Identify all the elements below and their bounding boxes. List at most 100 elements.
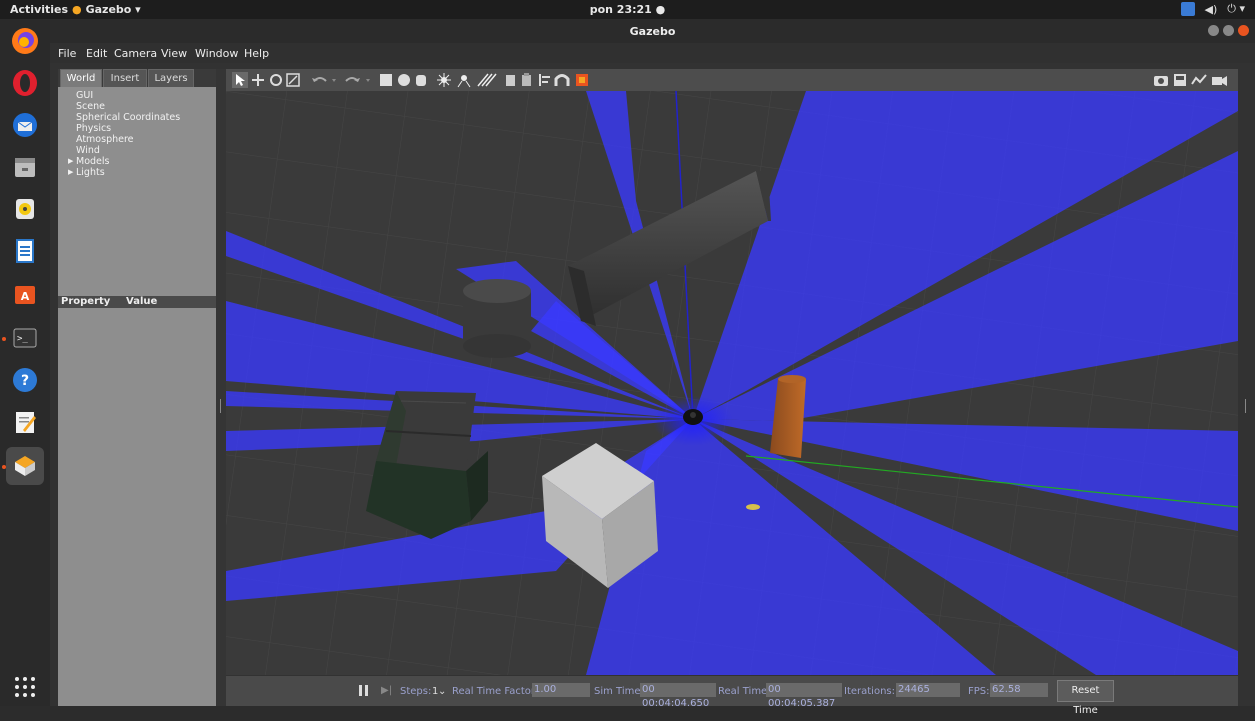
fps-field: 62.58: [990, 683, 1048, 697]
update-icon[interactable]: [1180, 2, 1195, 16]
redo-history-icon[interactable]: [366, 79, 370, 82]
rtf-field: 1.00: [532, 683, 590, 697]
cylinder-model[interactable]: [463, 279, 531, 358]
menu-view[interactable]: View: [161, 47, 187, 60]
property-table: [58, 308, 216, 706]
box-shape-icon[interactable]: [380, 74, 392, 86]
screenshot-icon[interactable]: [1154, 76, 1168, 86]
panel-tabs: World Insert Layers: [58, 69, 216, 87]
tree-item-models[interactable]: ▶ Models: [68, 156, 110, 167]
volume-icon[interactable]: ◀): [1205, 3, 1218, 16]
tree-item-gui[interactable]: GUI: [76, 90, 93, 101]
undo-history-icon[interactable]: [332, 79, 336, 82]
right-splitter[interactable]: [1238, 69, 1255, 706]
gazebo-icon[interactable]: [6, 447, 44, 485]
menu-help[interactable]: Help: [244, 47, 269, 60]
window-title: Gazebo: [629, 25, 676, 38]
world-tree: GUI Scene Spherical Coordinates Physics …: [58, 87, 216, 297]
change-view-angle-icon[interactable]: [576, 74, 588, 86]
power-menu-icon[interactable]: ⏻ ▾: [1227, 2, 1245, 16]
steps-label: Steps:: [400, 686, 432, 697]
snap-icon[interactable]: [554, 74, 570, 87]
gazebo-window: Gazebo File Edit Camera View Window Help…: [50, 19, 1255, 716]
close-button[interactable]: [1238, 25, 1249, 36]
firefox-icon[interactable]: [9, 25, 41, 57]
svg-text:A: A: [21, 290, 30, 303]
expand-arrow-icon[interactable]: ▶: [68, 156, 73, 167]
libreoffice-writer-icon[interactable]: [9, 235, 41, 267]
system-tray[interactable]: ◀) ⏻ ▾: [1180, 2, 1245, 16]
dock: A >_ ?: [0, 19, 50, 706]
opera-icon[interactable]: [9, 67, 41, 99]
point-light-icon[interactable]: [437, 73, 451, 87]
window-titlebar[interactable]: Gazebo: [50, 19, 1255, 43]
menu-bar: File Edit Camera View Window Help: [50, 43, 1255, 63]
align-icon[interactable]: [539, 74, 550, 86]
step-icon[interactable]: ▶|: [381, 685, 392, 696]
undo-icon[interactable]: [312, 77, 327, 82]
tree-item-spherical-coordinates[interactable]: Spherical Coordinates: [76, 112, 180, 123]
tree-item-physics[interactable]: Physics: [76, 123, 111, 134]
thunderbird-icon[interactable]: [9, 109, 41, 141]
sphere-shape-icon[interactable]: [398, 74, 410, 86]
iterations-field: 24465: [896, 683, 960, 697]
cylinder-shape-icon[interactable]: [416, 75, 426, 86]
expand-arrow-icon[interactable]: ▶: [68, 167, 73, 178]
video-record-icon[interactable]: [1212, 76, 1227, 86]
robot-model[interactable]: [683, 409, 703, 425]
help-icon[interactable]: ?: [9, 364, 41, 396]
rotate-mode-icon[interactable]: [270, 74, 282, 86]
viewport-toolbar: [226, 69, 1238, 91]
select-mode-icon[interactable]: [232, 72, 248, 88]
small-disk-model[interactable]: [746, 504, 760, 510]
show-applications-button[interactable]: [15, 677, 35, 697]
activities-button[interactable]: Activities: [10, 3, 68, 16]
value-column-header: Value: [126, 296, 158, 307]
tree-item-wind[interactable]: Wind: [76, 145, 100, 156]
directional-light-icon[interactable]: [477, 73, 497, 87]
menu-file[interactable]: File: [58, 47, 76, 60]
clock[interactable]: pon 23:21 ●: [0, 3, 1255, 16]
text-editor-icon[interactable]: [9, 406, 41, 438]
iterations-label: Iterations:: [844, 686, 895, 697]
sim-time-label: Sim Time:: [594, 686, 644, 697]
menu-edit[interactable]: Edit: [86, 47, 107, 60]
redo-icon[interactable]: [345, 77, 360, 82]
maximize-button[interactable]: [1223, 25, 1234, 36]
translate-mode-icon[interactable]: [252, 74, 264, 86]
plot-icon[interactable]: [1191, 74, 1207, 85]
reset-time-button[interactable]: Reset Time: [1057, 680, 1114, 716]
spot-light-icon[interactable]: [457, 75, 471, 88]
menu-camera[interactable]: Camera: [114, 47, 157, 60]
svg-text:?: ?: [21, 373, 29, 389]
time-panel: ▶| Steps: 1 ⌄ Real Time Factor: 1.00 Sim…: [226, 676, 1238, 716]
menu-window[interactable]: Window: [195, 47, 238, 60]
tab-insert[interactable]: Insert: [103, 69, 147, 87]
real-time-label: Real Time:: [718, 686, 771, 697]
tree-item-atmosphere[interactable]: Atmosphere: [76, 134, 134, 145]
svg-text:>_: >_: [17, 334, 28, 344]
terminal-icon[interactable]: >_: [9, 322, 41, 354]
scale-mode-icon[interactable]: [286, 73, 300, 87]
tab-world[interactable]: World: [60, 69, 102, 87]
fps-label: FPS:: [968, 686, 990, 697]
rhythmbox-icon[interactable]: [9, 193, 41, 225]
copy-icon[interactable]: [506, 75, 515, 86]
tree-item-label: Models: [76, 156, 110, 167]
real-time-field: 00 00:04:05.387: [766, 683, 842, 709]
rtf-label: Real Time Factor:: [452, 686, 539, 697]
tab-layers[interactable]: Layers: [148, 69, 194, 87]
app-menu[interactable]: ● Gazebo ▾: [72, 3, 141, 16]
steps-dropdown-icon[interactable]: ⌄: [438, 686, 446, 697]
software-center-icon[interactable]: A: [9, 277, 41, 309]
minimize-button[interactable]: [1208, 25, 1219, 36]
viewport: [226, 69, 1238, 675]
log-data-icon[interactable]: [1174, 74, 1186, 86]
tree-item-lights[interactable]: ▶ Lights: [68, 167, 105, 178]
files-icon[interactable]: [9, 151, 41, 183]
left-splitter[interactable]: [216, 69, 226, 706]
paste-icon[interactable]: [522, 73, 531, 86]
pause-icon[interactable]: [359, 685, 368, 696]
tree-item-scene[interactable]: Scene: [76, 101, 105, 112]
3d-scene[interactable]: [226, 91, 1238, 675]
